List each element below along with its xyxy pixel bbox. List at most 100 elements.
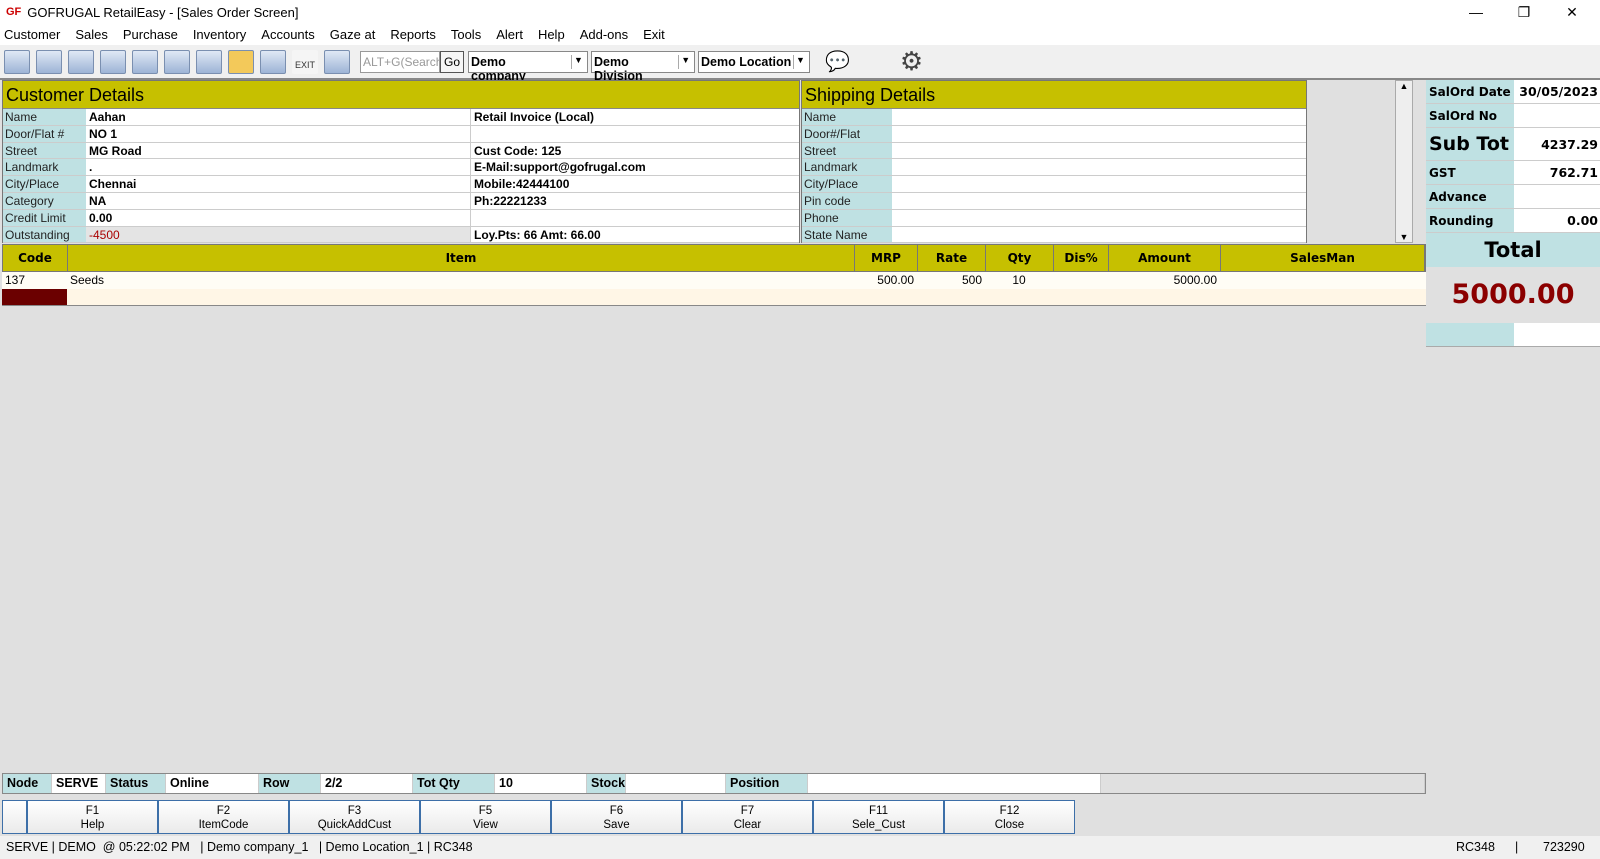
shipping-row: Pin code [802, 192, 1306, 210]
status-scroll[interactable] [1101, 774, 1425, 793]
customer-field-label: Credit Limit [3, 209, 86, 226]
fkey-key: F6 [609, 805, 624, 817]
total-label: Total [1426, 233, 1600, 267]
shipping-field-value[interactable] [892, 159, 1306, 176]
fkey-save[interactable]: F6 Save [551, 800, 682, 834]
shipping-field-label: Pin code [802, 192, 892, 209]
company-select[interactable]: Demo company_ ▼ [468, 50, 588, 83]
chevron-down-icon: ▼ [571, 54, 585, 69]
summary-label: SalOrd No [1426, 104, 1514, 127]
customer-field-value[interactable]: -4500 [86, 226, 471, 243]
exit-icon[interactable]: EXIT [292, 49, 318, 74]
location-select[interactable]: Demo Location ▼ [698, 50, 810, 73]
fkey-sele-cust[interactable]: F11 Sele_Cust [813, 800, 944, 834]
fkey-label: Clear [733, 819, 762, 831]
report-icon[interactable] [164, 49, 190, 74]
fkey-itemcode[interactable]: F2 ItemCode [158, 800, 289, 834]
new-entry-row[interactable] [2, 289, 1426, 306]
fkey-quickaddcust[interactable]: F3 QuickAddCust [289, 800, 420, 834]
menu-inventory[interactable]: Inventory [193, 27, 246, 42]
customer-field-value[interactable]: NA [86, 192, 471, 209]
new-document-icon[interactable] [4, 49, 30, 74]
menu-gaze-at[interactable]: Gaze at [330, 27, 376, 42]
customer-info: Mobile:42444100 [471, 176, 799, 192]
shipping-details-panel: Shipping Details Name Door#/Flat Street Lan… [801, 80, 1307, 244]
fkey-help[interactable]: F1 Help [27, 800, 158, 834]
bar-chart-icon[interactable] [260, 49, 286, 74]
gear-icon[interactable]: ⚙ [900, 46, 923, 77]
shipping-row: State Name [802, 226, 1306, 244]
menu-exit[interactable]: Exit [643, 27, 665, 42]
menu-accounts[interactable]: Accounts [261, 27, 314, 42]
chat-icon[interactable]: 💬 [825, 49, 850, 74]
folder-icon[interactable] [228, 49, 254, 74]
shipping-field-value[interactable] [892, 192, 1306, 209]
division-select[interactable]: Demo Division ▼ [591, 50, 695, 83]
totqty-value: 10 [495, 774, 587, 793]
stock-value [626, 774, 726, 793]
menu-alert[interactable]: Alert [496, 27, 523, 42]
menu-customer[interactable]: Customer [4, 27, 60, 42]
shipping-field-value[interactable] [892, 226, 1306, 243]
function-keys: F1 Help F2 ItemCode F3 QuickAddCust F5 View F6 Sa… [2, 800, 1075, 834]
menu-purchase[interactable]: Purchase [123, 27, 178, 42]
customer-field-value[interactable]: Aahan [86, 109, 471, 125]
minimize-button[interactable]: — [1452, 0, 1500, 24]
scroll-down-icon[interactable]: ▼ [1396, 232, 1412, 242]
fkey-label: Help [80, 819, 105, 831]
summary-value: 762.71 [1514, 161, 1600, 184]
title-bar: GF GOFRUGAL RetailEasy - [Sales Order Sc… [0, 0, 1600, 24]
customer-field-value[interactable]: 0.00 [86, 209, 471, 226]
menu-add-ons[interactable]: Add-ons [580, 27, 628, 42]
item-grid: Code Item MRP Rate Qty Dis% Amount Sales… [2, 244, 1426, 306]
shipping-field-value[interactable] [892, 176, 1306, 192]
close-button[interactable]: ✕ [1548, 0, 1596, 24]
customers-icon[interactable] [68, 49, 94, 74]
shipping-field-value[interactable] [892, 209, 1306, 226]
menu-help[interactable]: Help [538, 27, 565, 42]
fkey-clear[interactable]: F7 Clear [682, 800, 813, 834]
customer-field-value[interactable]: MG Road [86, 142, 471, 159]
restore-button[interactable]: ❐ [1500, 0, 1548, 24]
shipping-details-title: Shipping Details [802, 81, 1306, 109]
customer-field-value[interactable]: . [86, 159, 471, 176]
summary-value [1514, 104, 1600, 127]
summary-value [1514, 185, 1600, 208]
col-dis: Dis% [1054, 245, 1109, 271]
shipping-field-value[interactable] [892, 125, 1306, 142]
fkey-close[interactable]: F12 Close [944, 800, 1075, 834]
cell-amount: 5000.00 [1173, 273, 1217, 287]
table-row[interactable]: 137 Seeds 500.00 500 10 5000.00 [2, 272, 1426, 289]
shipping-field-value[interactable] [892, 109, 1306, 125]
menu-reports[interactable]: Reports [390, 27, 436, 42]
shipping-field-value[interactable] [892, 142, 1306, 159]
scroll-up-icon[interactable]: ▲ [1396, 81, 1412, 91]
print-icon[interactable] [132, 49, 158, 74]
customer-info: Cust Code: 125 [471, 142, 799, 159]
cart-copy-icon[interactable] [196, 49, 222, 74]
barcode-icon[interactable] [100, 49, 126, 74]
node-value: SERVE [52, 774, 106, 793]
chevron-down-icon: ▼ [793, 54, 807, 69]
summary-label: Advance [1426, 185, 1514, 208]
customer-info: Ph:22221233 [471, 192, 799, 209]
summary-value: 30/05/2023 [1514, 80, 1600, 103]
menu-sales[interactable]: Sales [75, 27, 108, 42]
fkey-view[interactable]: F5 View [420, 800, 551, 834]
customer-field-value[interactable]: NO 1 [86, 125, 471, 142]
menu-tools[interactable]: Tools [451, 27, 481, 42]
active-cell[interactable] [2, 289, 67, 305]
fkey-label: Sele_Cust [851, 819, 906, 831]
location-value: Demo Location [701, 54, 792, 69]
fkey-label: ItemCode [198, 819, 249, 831]
fkey-key: F12 [999, 805, 1020, 817]
customer-field-value[interactable]: Chennai [86, 176, 471, 192]
details-scrollbar[interactable]: ▲ ▼ [1395, 80, 1413, 243]
go-button[interactable]: Go [440, 50, 464, 73]
summary-label: GST [1426, 161, 1514, 184]
summary-row: Sub Tot 4237.29 [1426, 128, 1600, 161]
search-input[interactable]: ALT+G(Search [360, 50, 442, 73]
line-chart-icon[interactable] [324, 49, 350, 74]
customer-row: Name Aahan Retail Invoice (Local) [3, 109, 799, 126]
cart-document-icon[interactable] [36, 49, 62, 74]
